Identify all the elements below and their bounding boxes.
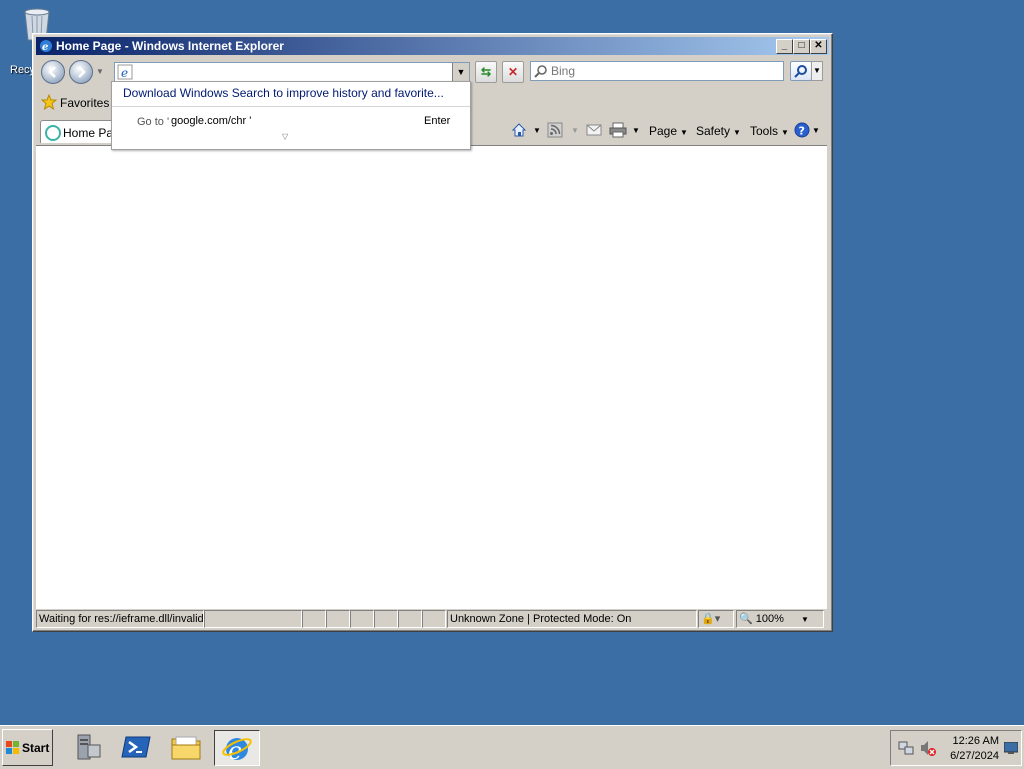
favorites-button[interactable]: Favorites [60,96,109,110]
feeds-dropdown-icon[interactable]: ▼ [571,123,579,139]
window-title: Home Page - Windows Internet Explorer [56,39,284,53]
taskbar: Start e 12:26 AM 6/27/2024 [0,725,1024,769]
address-autocomplete-dropdown: Download Windows Search to improve histo… [111,81,471,150]
help-icon[interactable]: ? [794,122,810,138]
clock[interactable]: 12:26 AM 6/27/2024 [941,734,999,764]
status-pane-3 [350,610,374,628]
goto-label: Go to ' [137,116,170,128]
windows-flag-icon [6,741,19,754]
internet-explorer-icon: e [222,737,252,765]
start-button[interactable]: Start [2,729,53,766]
stop-button[interactable]: ✕ [502,61,524,83]
home-dropdown-icon[interactable]: ▼ [533,123,541,139]
search-placeholder: Bing [551,64,576,78]
zone-text[interactable]: Unknown Zone | Protected Mode: On [447,610,697,628]
page-menu-label: Page [649,124,678,138]
address-bar[interactable]: e ▼ [114,62,470,82]
safety-caret-icon: ▼ [733,128,741,137]
minimize-button[interactable]: _ [776,39,793,54]
loading-spinner-icon [45,125,61,141]
favorites-star-icon [41,94,57,110]
powershell-icon [121,736,151,758]
search-button[interactable] [790,61,812,81]
page-menu[interactable]: Page ▼ [649,123,688,139]
status-pane-4 [374,610,398,628]
ie-logo-icon: e [40,40,52,53]
back-arrow-icon [48,66,56,78]
dropdown-separator [112,106,470,107]
system-tray: 12:26 AM 6/27/2024 [890,730,1022,766]
address-dropdown-button[interactable]: ▼ [452,63,469,81]
forward-arrow-icon [78,66,86,78]
server-manager-taskbar-button[interactable] [70,730,106,764]
server-manager-icon [77,734,101,760]
svg-text:e: e [121,66,128,80]
show-desktop-icon[interactable] [1004,742,1018,754]
tools-menu[interactable]: Tools ▼ [750,123,789,139]
status-bar: Waiting for res://ieframe.dll/invalid Un… [36,610,829,628]
status-pane-1 [302,610,326,628]
tools-menu-label: Tools [750,124,779,138]
svg-text:e: e [42,42,48,53]
tools-caret-icon: ▼ [781,128,789,137]
explorer-taskbar-button[interactable] [168,730,204,764]
recent-pages-dropdown-icon[interactable]: ▼ [96,67,104,76]
maximize-button[interactable]: □ [793,39,810,54]
network-icon[interactable] [897,739,915,757]
magnifier-icon [794,65,807,78]
title-bar[interactable]: e Home Page - Windows Internet Explorer … [36,37,829,55]
search-options-dropdown[interactable]: ▼ [811,61,823,81]
mail-icon[interactable] [586,123,602,137]
clock-time: 12:26 AM [952,735,999,747]
goto-suggestion[interactable]: google.com/chr ' [171,115,251,127]
bing-search-icon [534,65,547,78]
close-button[interactable]: ✕ [810,39,827,54]
ie-window: e Home Page - Windows Internet Explorer … [32,33,833,632]
ie-taskbar-button[interactable]: e [214,730,260,766]
print-icon[interactable] [609,122,627,138]
page-content[interactable] [36,145,827,609]
enter-hint: Enter [424,115,451,127]
expand-chevron-icon[interactable]: ▽ [282,132,288,141]
print-dropdown-icon[interactable]: ▼ [632,123,640,139]
feeds-icon[interactable] [547,122,563,138]
page-e-icon: e [117,64,133,80]
zoom-icon: 🔍 [739,613,753,625]
zoom-level: 100% [755,613,784,625]
status-text: Waiting for res://ieframe.dll/invalid [36,610,204,628]
start-label: Start [22,741,50,755]
back-button[interactable] [41,60,65,84]
powershell-taskbar-button[interactable] [118,730,154,764]
svg-text:?: ? [799,125,805,138]
status-progress [204,610,302,628]
windows-search-link[interactable]: Download Windows Search to improve histo… [123,86,444,100]
search-box[interactable]: Bing [530,61,784,81]
status-pane-6 [422,610,446,628]
zoom-control[interactable]: 🔍 100% ▼ [736,610,824,628]
refresh-button[interactable]: ⇆ [475,61,497,83]
volume-muted-icon[interactable] [919,739,937,757]
safety-menu-label: Safety [696,124,731,138]
status-pane-5 [398,610,422,628]
zoom-dropdown-icon: ▼ [800,615,809,624]
home-icon[interactable] [511,122,527,138]
help-dropdown-icon[interactable]: ▼ [812,123,820,139]
security-status-icon[interactable]: 🔒▾ [698,610,734,628]
forward-button[interactable] [69,60,93,84]
safety-menu[interactable]: Safety ▼ [696,123,741,139]
page-caret-icon: ▼ [680,128,688,137]
clock-date: 6/27/2024 [950,750,999,762]
folder-icon [171,736,201,760]
status-pane-2 [326,610,350,628]
